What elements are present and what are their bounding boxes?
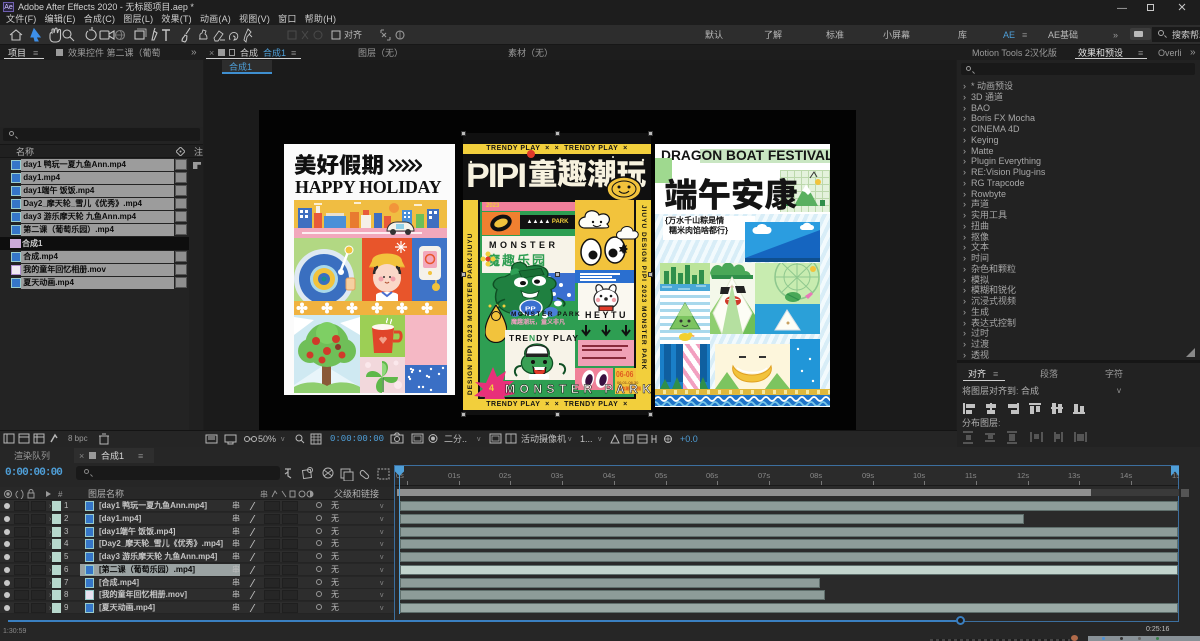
svg-text:串: 串 bbox=[260, 490, 268, 499]
svg-text:对齐: 对齐 bbox=[344, 29, 362, 40]
svg-text:4: 4 bbox=[489, 383, 494, 393]
svg-text:#: # bbox=[58, 490, 63, 499]
